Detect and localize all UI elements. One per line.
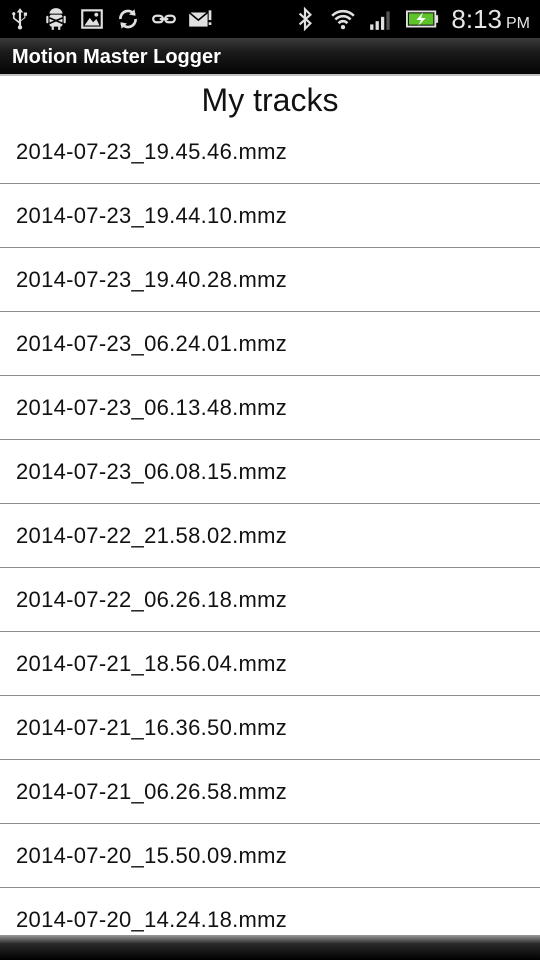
track-list-item[interactable]: 2014-07-23_19.45.46.mmz [0, 120, 540, 184]
track-list-item[interactable]: 2014-07-23_19.44.10.mmz [0, 184, 540, 248]
track-list-item[interactable]: 2014-07-23_19.40.28.mmz [0, 248, 540, 312]
clock-time: 8:13 [451, 3, 502, 34]
track-list-item[interactable]: 2014-07-21_06.26.58.mmz [0, 760, 540, 824]
system-icons: 8:13 PM [285, 0, 530, 38]
app-title-bar: Motion Master Logger [0, 38, 540, 76]
track-list-item[interactable]: 2014-07-22_21.58.02.mmz [0, 504, 540, 568]
bottom-bar [0, 935, 540, 960]
track-list-item[interactable]: 2014-07-20_15.50.09.mmz [0, 824, 540, 888]
wifi-icon [329, 5, 357, 33]
sync-icon [114, 5, 142, 33]
link-icon [150, 5, 178, 33]
signal-icon [367, 5, 395, 33]
usb-icon [6, 5, 34, 33]
track-list-item[interactable]: 2014-07-21_18.56.04.mmz [0, 632, 540, 696]
android-debug-icon [42, 5, 70, 33]
track-list-item[interactable]: 2014-07-21_16.36.50.mmz [0, 696, 540, 760]
track-list[interactable]: 2014-07-23_19.45.46.mmz 2014-07-23_19.44… [0, 120, 540, 935]
status-bar: 8:13 PM [0, 0, 540, 38]
track-list-item[interactable]: 2014-07-23_06.13.48.mmz [0, 376, 540, 440]
track-list-item[interactable]: 2014-07-22_06.26.18.mmz [0, 568, 540, 632]
track-list-item[interactable]: 2014-07-23_06.24.01.mmz [0, 312, 540, 376]
page-title: My tracks [201, 82, 339, 118]
app-title: Motion Master Logger [12, 46, 221, 68]
battery-charging-icon [405, 5, 441, 33]
status-clock: 8:13 PM [451, 4, 530, 35]
notification-icons [6, 0, 222, 38]
track-list-item[interactable]: 2014-07-20_14.24.18.mmz [0, 888, 540, 935]
bluetooth-icon [291, 5, 319, 33]
track-list-item[interactable]: 2014-07-23_06.08.15.mmz [0, 440, 540, 504]
page-header: My tracks [0, 78, 540, 122]
image-icon [78, 5, 106, 33]
mail-icon [186, 5, 214, 33]
clock-ampm: PM [506, 14, 530, 32]
